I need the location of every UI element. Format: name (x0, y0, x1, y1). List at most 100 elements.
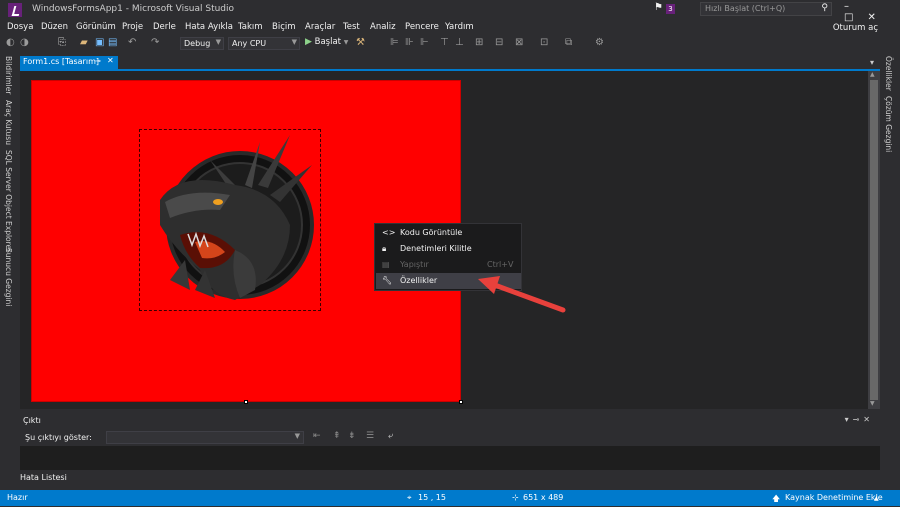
vertical-spacing-icon[interactable]: ⊠ (515, 37, 523, 49)
make-same-size-icon[interactable]: ⊞ (475, 37, 483, 49)
tab-overflow-icon[interactable]: ▾ (870, 58, 874, 67)
chevron-down-icon: ▼ (291, 38, 297, 46)
rail-tab-properties[interactable]: Özellikler (884, 56, 893, 91)
save-all-icon[interactable]: ▤ (108, 37, 117, 49)
dragon-emblem-image (160, 135, 314, 300)
align-rights-icon[interactable]: ⊩ (420, 37, 429, 49)
add-to-source-control[interactable]: Kaynak Denetimine Ekle (785, 493, 883, 502)
next-message-icon[interactable]: ⇟ (348, 431, 356, 441)
menu-edit[interactable]: Düzen (41, 22, 68, 32)
panel-dropdown-icon[interactable]: ▾ (845, 415, 853, 424)
cursor-position: 15 , 15 (418, 493, 446, 502)
configuration-value: Debug (184, 39, 211, 48)
undo-icon[interactable]: ↶ (128, 37, 136, 49)
close-icon[interactable]: ✕ (863, 415, 874, 424)
annotation-arrow-icon (478, 276, 566, 313)
start-debugging-button[interactable]: ▶ Başlat ▼ (305, 37, 348, 47)
search-icon[interactable]: ⚲ (821, 3, 828, 13)
rail-tab-toolbox[interactable]: Araç Kutusu (4, 100, 13, 145)
context-menu-label: Kodu Görüntüle (400, 228, 463, 237)
selection-size: 651 x 489 (523, 493, 564, 502)
context-menu-view-code[interactable]: <> Kodu Görüntüle (376, 225, 521, 241)
menu-file[interactable]: Dosya (7, 22, 33, 32)
scrollbar-thumb[interactable] (870, 80, 878, 400)
pin-icon[interactable]: ⊸ (95, 57, 101, 65)
menu-window[interactable]: Pencere (405, 22, 439, 32)
menu-help[interactable]: Yardım (445, 22, 474, 32)
bring-to-front-icon[interactable]: ⧉ (565, 37, 572, 49)
forward-icon[interactable]: ◑ (20, 37, 29, 49)
notification-badge[interactable]: 3 (666, 4, 675, 14)
output-panel-header: Çıktı ▾⊸✕ (20, 414, 880, 428)
menu-format[interactable]: Biçim (272, 22, 296, 32)
save-icon[interactable]: ▣ (95, 37, 104, 49)
rail-tab-solution-explorer[interactable]: Çözüm Gezgini (884, 96, 893, 152)
menu-project[interactable]: Proje (122, 22, 143, 32)
visual-studio-logo-icon (8, 3, 22, 17)
rail-tab-sql-server-explorer[interactable]: SQL Server Object Explorer (4, 150, 13, 252)
error-list-tab[interactable]: Hata Listesi (20, 473, 67, 482)
center-horizontally-icon[interactable]: ⊡ (540, 37, 548, 49)
horizontal-spacing-icon[interactable]: ⊟ (495, 37, 503, 49)
output-source-select[interactable]: ▼ (106, 431, 304, 444)
pin-icon[interactable]: ⊸ (853, 415, 864, 424)
status-bar: Hazır ⌖ 15 , 15 ⊹ 651 x 489 🡅 Kaynak Den… (0, 490, 900, 506)
open-folder-icon[interactable]: ▰ (80, 37, 88, 49)
wrench-icon: 🔧︎ (382, 276, 393, 285)
picturebox-control[interactable] (139, 129, 321, 311)
panel-controls[interactable]: ▾⊸✕ (845, 415, 874, 424)
notification-flag-icon[interactable]: ⚑ (654, 3, 664, 13)
configuration-select[interactable]: Debug ▼ (180, 37, 224, 50)
chevron-down-icon: ▼ (294, 432, 300, 440)
output-panel-title: Çıktı (23, 416, 41, 425)
menu-tools[interactable]: Araçlar (305, 22, 335, 32)
new-project-icon[interactable]: ⎘ (58, 37, 66, 49)
resize-handle-bottom-right[interactable] (459, 400, 463, 404)
sign-in-link[interactable]: Oturum aç (833, 23, 878, 33)
upload-arrow-icon[interactable]: 🡅 (772, 493, 780, 507)
rail-tab-notifications[interactable]: Bildirimler (4, 56, 13, 94)
platform-value: Any CPU (232, 39, 267, 48)
quick-launch-placeholder: Hızlı Başlat (Ctrl+Q) (705, 4, 786, 13)
previous-message-icon[interactable]: ⇞ (333, 431, 341, 441)
window-title: WindowsFormsApp1 - Microsoft Visual Stud… (32, 4, 235, 14)
redo-icon[interactable]: ↷ (151, 37, 159, 49)
document-tab-form1-designer[interactable]: Form1.cs [Tasarım] ⊸ ✕ (20, 56, 118, 69)
menu-test[interactable]: Test (343, 22, 360, 32)
back-icon[interactable]: ◐ (6, 37, 15, 49)
align-lefts-icon[interactable]: ⊫ (390, 37, 399, 49)
menu-build[interactable]: Derle (153, 22, 176, 32)
lock-icon: 🔒︎ (382, 244, 387, 253)
align-centers-icon[interactable]: ⊪ (405, 37, 414, 49)
right-tool-window-rail: Özellikler Çözüm Gezgini (880, 52, 900, 490)
output-text-area[interactable] (20, 446, 880, 470)
tab-order-icon[interactable]: ⚙ (595, 37, 604, 49)
word-wrap-icon[interactable]: ⤶ (388, 431, 393, 441)
menu-view[interactable]: Görünüm (76, 22, 116, 32)
left-tool-window-rail: Bildirimler Araç Kutusu SQL Server Objec… (0, 52, 20, 490)
find-message-icon[interactable]: ⇤ (313, 431, 321, 441)
scroll-down-icon[interactable]: ▼ (870, 400, 875, 407)
quick-launch-input[interactable]: Hızlı Başlat (Ctrl+Q) ⚲ (700, 2, 832, 16)
resize-handle-bottom[interactable] (244, 400, 248, 404)
rail-tab-server-explorer[interactable]: Sunucu Gezgini (4, 248, 13, 306)
title-bar: WindowsFormsApp1 - Microsoft Visual Stud… (0, 0, 900, 23)
scroll-up-icon[interactable]: ▲ (870, 71, 875, 78)
context-menu-lock-controls[interactable]: 🔒︎ Denetimleri Kilitle (376, 241, 521, 257)
menu-bar: Dosya Düzen Görünüm Proje Derle Hata Ayı… (0, 19, 900, 35)
show-output-from-label: Şu çıktıyı göster: (25, 433, 92, 442)
align-tops-icon[interactable]: ⊤ (440, 37, 449, 49)
chevron-up-icon[interactable]: ▲ (874, 495, 879, 502)
browser-link-icon[interactable]: ⚒ (356, 37, 365, 49)
platform-select[interactable]: Any CPU ▼ (228, 37, 300, 50)
clear-all-icon[interactable]: ☰ (366, 431, 374, 441)
align-middles-icon[interactable]: ⊥ (455, 37, 464, 49)
menu-debug[interactable]: Hata Ayıkla (185, 22, 233, 32)
menu-team[interactable]: Takım (238, 22, 263, 32)
start-label: Başlat (314, 37, 341, 47)
output-toolbar: Şu çıktıyı göster: ▼ ⇤ ⇞ ⇟ ☰ ⤶ (20, 428, 880, 446)
close-icon[interactable]: ✕ (107, 56, 114, 65)
minimize-icon[interactable]: – (844, 1, 863, 12)
context-menu-label: Yapıştır (400, 260, 429, 269)
menu-analyze[interactable]: Analiz (370, 22, 396, 32)
